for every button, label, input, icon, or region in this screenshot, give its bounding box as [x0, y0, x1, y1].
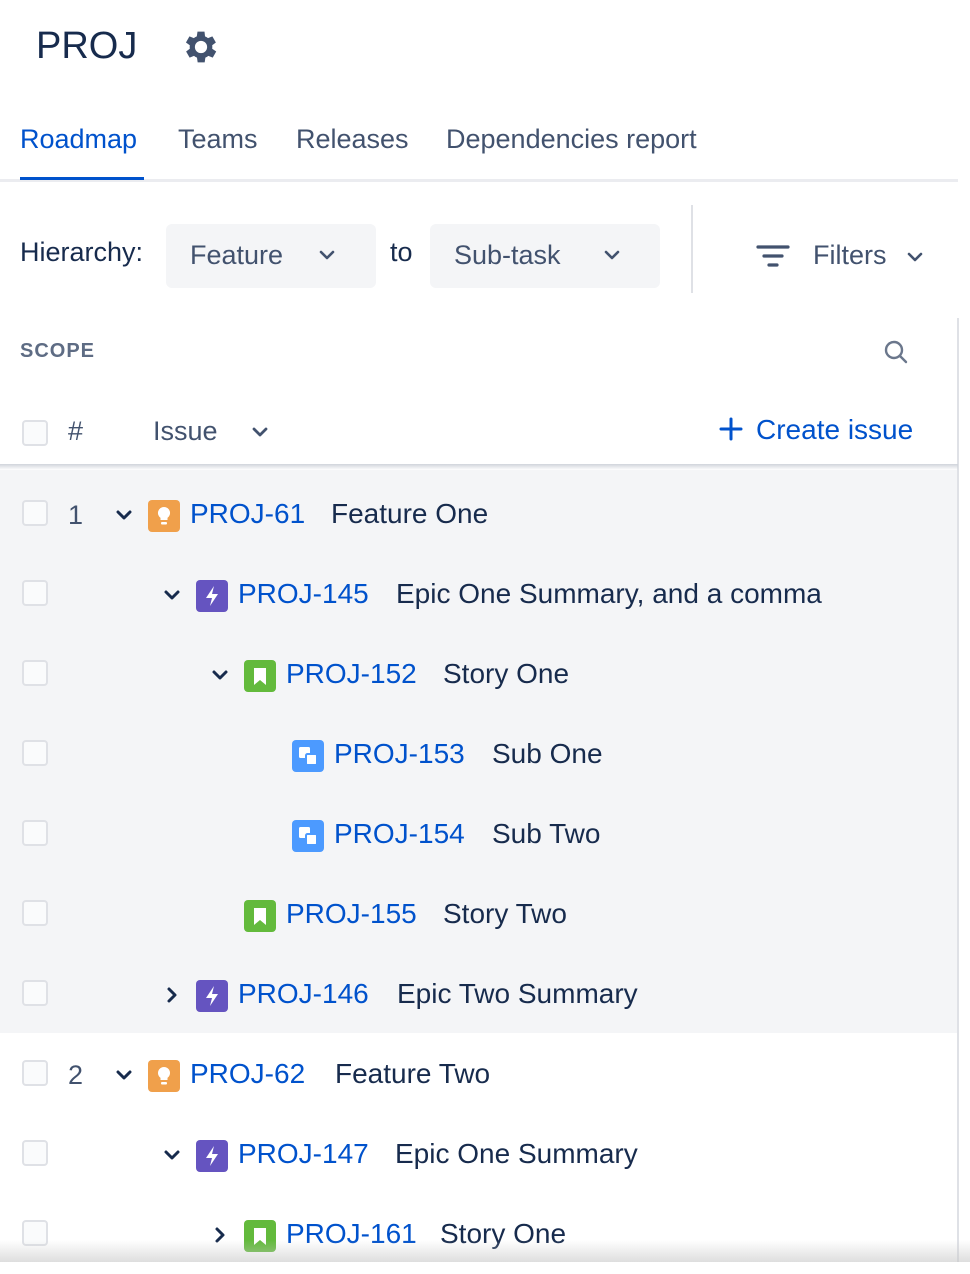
chevron-down-icon[interactable]	[115, 1066, 133, 1084]
issue-summary: Feature Two	[335, 1058, 491, 1089]
row-checkbox[interactable]	[22, 900, 48, 926]
story-type-icon	[244, 900, 276, 932]
filter-icon	[756, 245, 790, 267]
tab-teams[interactable]: Teams	[178, 124, 258, 155]
panel-border	[957, 318, 959, 1262]
issue-summary: Story One	[443, 658, 570, 689]
issue-key-link[interactable]: PROJ-154	[334, 818, 465, 850]
hierarchy-to-label: to	[390, 237, 413, 267]
scope-title: SCOPE	[20, 340, 96, 362]
issue-row[interactable]: PROJ-153 Sub One	[0, 714, 957, 794]
subtask-type-icon	[292, 740, 324, 772]
issue-key-link[interactable]: PROJ-152	[286, 658, 417, 690]
issue-summary: Sub Two	[492, 818, 601, 849]
number-column-header: #	[68, 416, 84, 446]
row-checkbox[interactable]	[22, 1140, 48, 1166]
issue-summary: Feature One	[331, 498, 489, 529]
chevron-down-icon[interactable]	[211, 666, 229, 684]
chevron-down-icon[interactable]	[115, 506, 133, 524]
project-title: PROJ	[36, 25, 138, 67]
row-number: 2	[68, 1060, 84, 1090]
filters-label: Filters	[813, 240, 887, 270]
row-checkbox[interactable]	[22, 500, 48, 526]
issue-row[interactable]: PROJ-146 Epic Two Summary	[0, 954, 957, 1034]
chevron-down-icon	[907, 252, 923, 262]
chevron-down-icon	[604, 250, 620, 260]
row-checkbox[interactable]	[22, 820, 48, 846]
issue-row[interactable]: PROJ-161 Story One	[0, 1194, 957, 1274]
select-all-checkbox[interactable]	[22, 420, 48, 446]
row-checkbox[interactable]	[22, 580, 48, 606]
hierarchy-to-select[interactable]: Sub-task	[430, 224, 660, 288]
row-checkbox[interactable]	[22, 980, 48, 1006]
issue-summary: Sub One	[492, 738, 603, 769]
issue-key-link[interactable]: PROJ-146	[238, 978, 369, 1010]
create-issue-label: Create issue	[756, 414, 914, 445]
issue-key-link[interactable]: PROJ-62	[190, 1058, 305, 1090]
subtask-type-icon	[292, 820, 324, 852]
epic-type-icon	[196, 580, 228, 612]
chevron-down-icon[interactable]	[163, 586, 181, 604]
toolbar-divider	[691, 205, 693, 293]
issue-row[interactable]: PROJ-147 Epic One Summary	[0, 1114, 957, 1194]
issue-row[interactable]: PROJ-154 Sub Two	[0, 794, 957, 874]
feature-type-icon	[148, 1060, 180, 1092]
issue-column-header[interactable]: Issue	[153, 416, 218, 447]
issue-summary: Epic One Summary	[395, 1138, 638, 1169]
row-checkbox[interactable]	[22, 660, 48, 686]
epic-type-icon	[196, 1140, 228, 1172]
epic-type-icon	[196, 980, 228, 1012]
plus-icon	[719, 417, 743, 441]
hierarchy-to-value: Sub-task	[454, 240, 561, 270]
issue-row[interactable]: PROJ-155 Story Two	[0, 874, 957, 954]
issue-row[interactable]: 2 PROJ-62 Feature Two	[0, 1034, 957, 1114]
issue-summary: Story Two	[443, 898, 567, 929]
row-checkbox[interactable]	[22, 1060, 48, 1086]
create-issue-button[interactable]: Create issue	[718, 414, 913, 446]
hierarchy-from-select[interactable]: Feature	[166, 224, 376, 288]
issue-row[interactable]: PROJ-145 Epic One Summary, and a comma	[0, 554, 957, 634]
issue-key-link[interactable]: PROJ-147	[238, 1138, 369, 1170]
issue-key-link[interactable]: PROJ-61	[190, 498, 305, 530]
hierarchy-label: Hierarchy:	[20, 237, 144, 267]
chevron-down-icon[interactable]	[163, 1146, 181, 1164]
issue-row[interactable]: 1 PROJ-61 Feature One	[0, 474, 957, 554]
issue-row[interactable]: PROJ-152 Story One	[0, 634, 957, 714]
issue-summary: Epic One Summary, and a comma	[396, 578, 822, 609]
issue-key-link[interactable]: PROJ-155	[286, 898, 417, 930]
chevron-down-icon[interactable]	[250, 425, 270, 441]
chevron-down-icon	[319, 250, 335, 260]
tab-bar: Roadmap Teams Releases Dependencies repo…	[0, 116, 958, 182]
row-number: 1	[68, 500, 84, 530]
issue-key-link[interactable]: PROJ-145	[238, 578, 369, 610]
filters-button[interactable]: Filters	[750, 224, 950, 288]
gear-icon[interactable]	[180, 26, 222, 68]
chevron-right-icon[interactable]	[163, 986, 181, 1004]
scroll-fade	[0, 1240, 970, 1262]
row-checkbox[interactable]	[22, 740, 48, 766]
search-icon[interactable]	[882, 338, 910, 366]
tab-releases[interactable]: Releases	[296, 124, 409, 155]
issue-key-link[interactable]: PROJ-153	[334, 738, 465, 770]
story-type-icon	[244, 660, 276, 692]
hierarchy-from-value: Feature	[190, 240, 284, 270]
issue-summary: Epic Two Summary	[397, 978, 638, 1009]
active-tab-indicator	[20, 177, 144, 180]
feature-type-icon	[148, 500, 180, 532]
tab-roadmap[interactable]: Roadmap	[20, 124, 137, 155]
tab-dependencies-report[interactable]: Dependencies report	[446, 124, 697, 155]
